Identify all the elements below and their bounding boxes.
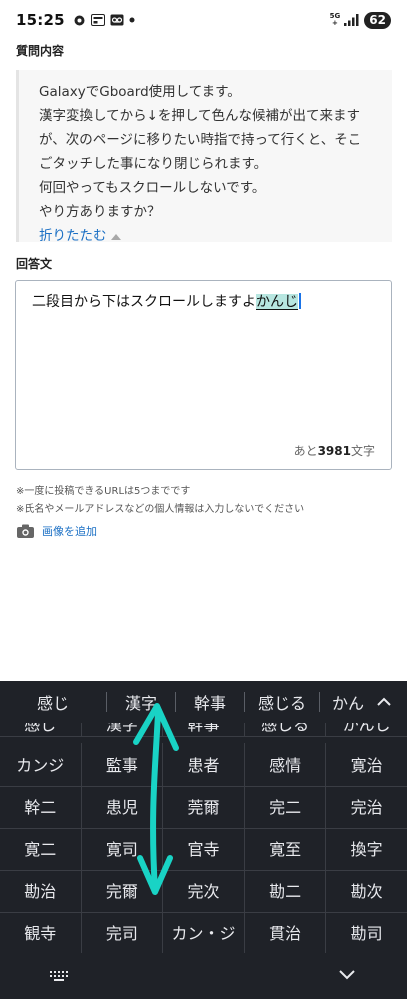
question-line: 漢字変換してから↓を押して色んな候補が出て来ます bbox=[39, 108, 361, 124]
candidate-key[interactable]: 監事 bbox=[82, 743, 164, 785]
candidate-key[interactable]: 完治 bbox=[326, 785, 407, 827]
gboard-keyboard: 感じ 漢字 幹事 感じる かん 感じ 漢字 幹事 感じる かんじ カンジ 監事 … bbox=[0, 681, 407, 999]
question-line: が、次のページに移りたい時指で持って行くと、そこ bbox=[39, 132, 362, 148]
candidate-key[interactable]: 寛至 bbox=[245, 827, 327, 869]
suggestion-item[interactable]: かん bbox=[320, 690, 376, 714]
candidate-key[interactable]: 貫治 bbox=[245, 911, 327, 953]
candidate-key[interactable]: カンジ bbox=[0, 743, 82, 785]
row-divider bbox=[0, 736, 407, 737]
question-line: ごタッチした事になり閉じられます。 bbox=[39, 156, 268, 172]
candidate-key[interactable]: 完次 bbox=[163, 869, 245, 911]
notification-icons bbox=[73, 14, 135, 27]
privacy-note: ※氏名やメールアドレスなどの個人情報は入力しないでください bbox=[16, 504, 305, 515]
add-image-label: 画像を追加 bbox=[42, 525, 97, 538]
suggestion-item[interactable]: 感じ bbox=[0, 690, 106, 714]
candidate-key[interactable]: 幹二 bbox=[0, 785, 82, 827]
collapse-link[interactable]: 折りたたむ bbox=[39, 224, 121, 248]
triangle-up-icon bbox=[110, 233, 121, 240]
candidate-row: カンジ 監事 患者 感情 寛治 bbox=[0, 743, 407, 785]
candidate-key[interactable]: 寛二 bbox=[0, 827, 82, 869]
keyboard-switch-icon[interactable] bbox=[50, 971, 68, 982]
question-line: GalaxyでGboard使用してます。 bbox=[39, 84, 241, 100]
url-limit-note: ※一度に投稿できるURLは5つまでです bbox=[16, 486, 191, 497]
network-type: 5G + bbox=[329, 12, 341, 27]
candidate-key[interactable]: 官寺 bbox=[163, 827, 245, 869]
candidate-key[interactable]: 漢字 bbox=[82, 723, 164, 736]
candidate-key[interactable]: 観寺 bbox=[0, 911, 82, 953]
question-line: やり方ありますか？ bbox=[39, 204, 161, 220]
suggestion-item[interactable]: 幹事 bbox=[176, 690, 244, 714]
camera-icon bbox=[17, 524, 34, 538]
question-line: 何回やってもスクロールしないです。 bbox=[39, 180, 266, 196]
status-right: 5G + 62 bbox=[329, 11, 391, 29]
candidate-key[interactable]: カン・ジ bbox=[163, 911, 245, 953]
add-image-button[interactable]: 画像を追加 bbox=[17, 523, 97, 539]
answer-composing-text: かんじ bbox=[256, 294, 298, 310]
suggestion-item[interactable]: 漢字 bbox=[107, 690, 175, 714]
candidate-key[interactable]: 完二 bbox=[245, 785, 327, 827]
status-bar: 15:25 5G + 62 bbox=[0, 0, 407, 40]
answer-label: 回答文 bbox=[16, 257, 53, 271]
candidate-row: 勘治 完爾 完次 勘二 勘次 bbox=[0, 869, 407, 911]
candidate-key[interactable]: 寛司 bbox=[82, 827, 164, 869]
battery-level: 62 bbox=[364, 11, 391, 29]
signal-icon bbox=[344, 14, 359, 26]
candidate-key[interactable]: 完爾 bbox=[82, 869, 164, 911]
answer-committed-text: 二段目から下はスクロールしますよ bbox=[32, 294, 256, 310]
collapse-link-label: 折りたたむ bbox=[39, 228, 107, 244]
candidate-key[interactable]: 患者 bbox=[163, 743, 245, 785]
gear-notification-icon bbox=[74, 15, 85, 25]
candidate-key[interactable]: 換字 bbox=[326, 827, 407, 869]
candidate-key[interactable]: 幹事 bbox=[163, 723, 245, 736]
answer-text: 二段目から下はスクロールしますよかんじ bbox=[32, 291, 301, 311]
chevron-up-icon[interactable] bbox=[375, 693, 393, 711]
voicemail-icon bbox=[110, 14, 124, 26]
text-caret bbox=[299, 293, 301, 309]
candidate-row-partial: 感じ 漢字 幹事 感じる かんじ bbox=[0, 723, 407, 736]
keyboard-nav-bar bbox=[0, 954, 407, 999]
status-time: 15:25 bbox=[16, 11, 65, 29]
chevron-down-icon[interactable] bbox=[338, 968, 356, 982]
candidate-key[interactable]: 患児 bbox=[82, 785, 164, 827]
suggestion-bar: 感じ 漢字 幹事 感じる かん bbox=[0, 681, 407, 723]
question-content: GalaxyでGboard使用してます。 漢字変換してから↓を押して色んな候補が… bbox=[16, 70, 392, 244]
candidate-key[interactable]: 勘司 bbox=[326, 911, 407, 953]
candidate-key[interactable]: 寛治 bbox=[326, 743, 407, 785]
suggestion-item[interactable]: 感じる bbox=[245, 690, 319, 714]
candidate-key[interactable]: 勘治 bbox=[0, 869, 82, 911]
candidate-key[interactable]: 莞爾 bbox=[163, 785, 245, 827]
candidate-key[interactable]: 勘二 bbox=[245, 869, 327, 911]
news-notification-icon bbox=[90, 14, 105, 26]
candidate-row: 観寺 完司 カン・ジ 貫治 勘司 bbox=[0, 911, 407, 953]
dot-notification-icon bbox=[129, 17, 135, 23]
candidate-key[interactable]: 感情 bbox=[245, 743, 327, 785]
candidate-key[interactable]: 勘次 bbox=[326, 869, 407, 911]
candidate-key[interactable]: 感じ bbox=[0, 723, 82, 736]
candidate-key[interactable]: 感じる bbox=[245, 723, 327, 736]
question-label: 質問内容 bbox=[16, 44, 65, 58]
answer-textarea[interactable]: 二段目から下はスクロールしますよかんじ あと3981文字 bbox=[15, 280, 392, 470]
character-counter: あと3981文字 bbox=[293, 444, 375, 458]
candidate-key[interactable]: 完司 bbox=[82, 911, 164, 953]
candidate-row: 幹二 患児 莞爾 完二 完治 bbox=[0, 785, 407, 827]
candidate-row: 寛二 寛司 官寺 寛至 換字 bbox=[0, 827, 407, 869]
remaining-count: 3981 bbox=[317, 444, 351, 458]
candidate-key[interactable]: かんじ bbox=[326, 723, 407, 736]
